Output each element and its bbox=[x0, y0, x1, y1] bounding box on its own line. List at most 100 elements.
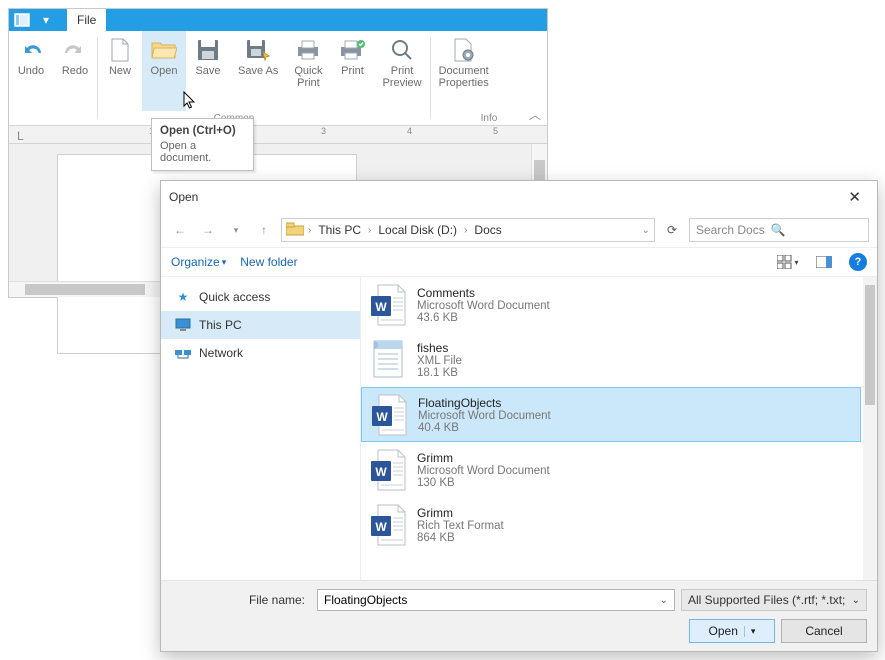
dialog-title: Open bbox=[169, 190, 198, 204]
redo-button[interactable]: Redo bbox=[53, 31, 97, 111]
word-file-icon: W bbox=[369, 283, 407, 327]
close-button[interactable]: ✕ bbox=[840, 184, 869, 210]
print-preview-icon bbox=[389, 37, 415, 63]
nav-back-button[interactable]: ← bbox=[169, 219, 191, 241]
svg-text:W: W bbox=[375, 300, 387, 314]
document-properties-button[interactable]: Document Properties bbox=[431, 31, 497, 111]
dialog-bottom: File name: FloatingObjects ⌄ All Support… bbox=[161, 580, 877, 651]
new-folder-button[interactable]: New folder bbox=[240, 255, 297, 269]
cancel-button[interactable]: Cancel bbox=[781, 619, 867, 643]
file-size: 18.1 KB bbox=[417, 367, 462, 379]
quick-print-icon bbox=[295, 37, 321, 63]
search-icon: 🔍 bbox=[771, 223, 786, 237]
file-name: fishes bbox=[417, 341, 462, 355]
quick-access-icon: ★ bbox=[175, 289, 191, 305]
open-split-dropdown-icon[interactable]: ▾ bbox=[744, 626, 756, 637]
this-pc-icon bbox=[175, 317, 191, 333]
file-size: 130 KB bbox=[417, 477, 550, 489]
open-button[interactable]: Open bbox=[142, 31, 186, 111]
file-item[interactable]: W FloatingObjectsMicrosoft Word Document4… bbox=[361, 387, 861, 442]
undo-button[interactable]: Undo bbox=[9, 31, 53, 111]
redo-icon bbox=[62, 37, 88, 63]
help-button[interactable]: ? bbox=[849, 253, 867, 271]
view-mode-button[interactable]: ▾ bbox=[777, 252, 799, 272]
search-placeholder: Search Docs bbox=[696, 223, 765, 237]
print-preview-button[interactable]: Print Preview bbox=[374, 31, 429, 111]
svg-text:W: W bbox=[375, 520, 387, 534]
open-dialog: Open ✕ ← → ▾ ↑ › This PC › Local Disk (D… bbox=[160, 180, 878, 652]
new-button[interactable]: New bbox=[98, 31, 142, 111]
text-file-icon bbox=[369, 338, 407, 382]
file-name-label: File name: bbox=[171, 593, 311, 607]
svg-text:W: W bbox=[376, 410, 388, 424]
document-properties-icon bbox=[451, 37, 477, 63]
quick-print-button[interactable]: Quick Print bbox=[286, 31, 330, 111]
ruler[interactable]: L 1 2 3 4 5 bbox=[9, 126, 547, 144]
save-as-icon bbox=[245, 37, 271, 63]
file-item[interactable]: WGrimmRich Text Format864 KB bbox=[361, 497, 861, 552]
nav-forward-button[interactable]: → bbox=[197, 219, 219, 241]
file-name: Grimm bbox=[417, 506, 504, 520]
chevron-down-icon[interactable]: ⌄ bbox=[852, 595, 860, 606]
breadcrumb-drive[interactable]: Local Disk (D:) bbox=[375, 223, 460, 237]
file-name: Grimm bbox=[417, 451, 550, 465]
undo-icon bbox=[18, 37, 44, 63]
nav-pane: ★ Quick access This PC Network bbox=[161, 277, 361, 580]
print-icon bbox=[339, 37, 365, 63]
preview-pane-button[interactable] bbox=[813, 252, 835, 272]
tooltip: Open (Ctrl+O) Open a document. bbox=[151, 118, 254, 171]
file-item[interactable]: WCommentsMicrosoft Word Document43.6 KB bbox=[361, 277, 861, 332]
refresh-button[interactable]: ⟳ bbox=[661, 219, 683, 241]
tooltip-body: Open a document. bbox=[160, 140, 245, 164]
breadcrumb-thispc[interactable]: This PC bbox=[315, 223, 364, 237]
file-type: XML File bbox=[417, 355, 462, 367]
qat-layout-button[interactable] bbox=[13, 11, 31, 29]
dialog-titlebar: Open ✕ bbox=[161, 181, 877, 213]
breadcrumb-dropdown-icon[interactable]: ⌄ bbox=[642, 225, 650, 236]
word-file-icon: W bbox=[369, 503, 407, 547]
qat-dropdown-icon[interactable]: ▾ bbox=[37, 11, 55, 29]
file-size: 43.6 KB bbox=[417, 312, 550, 324]
file-list-scrollbar[interactable] bbox=[863, 277, 877, 580]
file-size: 40.4 KB bbox=[418, 422, 551, 434]
save-as-button[interactable]: Save As bbox=[230, 31, 286, 111]
open-confirm-button[interactable]: Open ▾ bbox=[689, 619, 775, 643]
open-folder-icon bbox=[151, 37, 177, 63]
organize-button[interactable]: Organize ▾ bbox=[171, 255, 226, 269]
file-item[interactable]: fishesXML File18.1 KB bbox=[361, 332, 861, 387]
ribbon-collapse-icon[interactable]: ︿ bbox=[529, 106, 541, 123]
search-input[interactable]: Search Docs 🔍 bbox=[689, 218, 869, 242]
file-item[interactable]: W GrimmMicrosoft Word Document130 KB bbox=[361, 442, 861, 497]
nav-this-pc[interactable]: This PC bbox=[161, 311, 360, 339]
ribbon: Undo Redo New Open Save Save As Quick Pr… bbox=[9, 31, 547, 126]
file-name-input[interactable]: FloatingObjects ⌄ bbox=[317, 589, 675, 611]
word-file-icon: W bbox=[369, 448, 407, 492]
nav-network[interactable]: Network bbox=[161, 339, 360, 367]
svg-text:W: W bbox=[375, 465, 387, 479]
chevron-down-icon[interactable]: ⌄ bbox=[660, 595, 668, 606]
network-icon bbox=[175, 345, 191, 361]
new-file-icon bbox=[107, 37, 133, 63]
ruler-margin-marker[interactable]: L bbox=[17, 129, 24, 143]
nav-quick-access[interactable]: ★ Quick access bbox=[161, 283, 360, 311]
file-list[interactable]: WCommentsMicrosoft Word Document43.6 KBf… bbox=[361, 277, 877, 580]
word-file-icon: W bbox=[370, 393, 408, 437]
file-type-filter[interactable]: All Supported Files (*.rtf; *.txt; * ⌄ bbox=[681, 589, 867, 611]
breadcrumb[interactable]: › This PC › Local Disk (D:) › Docs ⌄ bbox=[281, 218, 655, 242]
file-type: Rich Text Format bbox=[417, 520, 504, 532]
dialog-toolbar: Organize ▾ New folder ▾ ? bbox=[161, 247, 877, 277]
file-name: FloatingObjects bbox=[418, 396, 551, 410]
dialog-nav-row: ← → ▾ ↑ › This PC › Local Disk (D:) › Do… bbox=[161, 213, 877, 247]
titlebar: ▾ File bbox=[9, 9, 547, 31]
drive-icon bbox=[286, 222, 304, 239]
file-type: Microsoft Word Document bbox=[418, 410, 551, 422]
nav-recent-dropdown[interactable]: ▾ bbox=[225, 219, 247, 241]
print-button[interactable]: Print bbox=[330, 31, 374, 111]
tab-file[interactable]: File bbox=[67, 9, 106, 31]
file-type: Microsoft Word Document bbox=[417, 465, 550, 477]
nav-up-button[interactable]: ↑ bbox=[253, 219, 275, 241]
save-button[interactable]: Save bbox=[186, 31, 230, 111]
tooltip-title: Open (Ctrl+O) bbox=[160, 125, 245, 137]
breadcrumb-folder[interactable]: Docs bbox=[471, 223, 504, 237]
save-icon bbox=[195, 37, 221, 63]
